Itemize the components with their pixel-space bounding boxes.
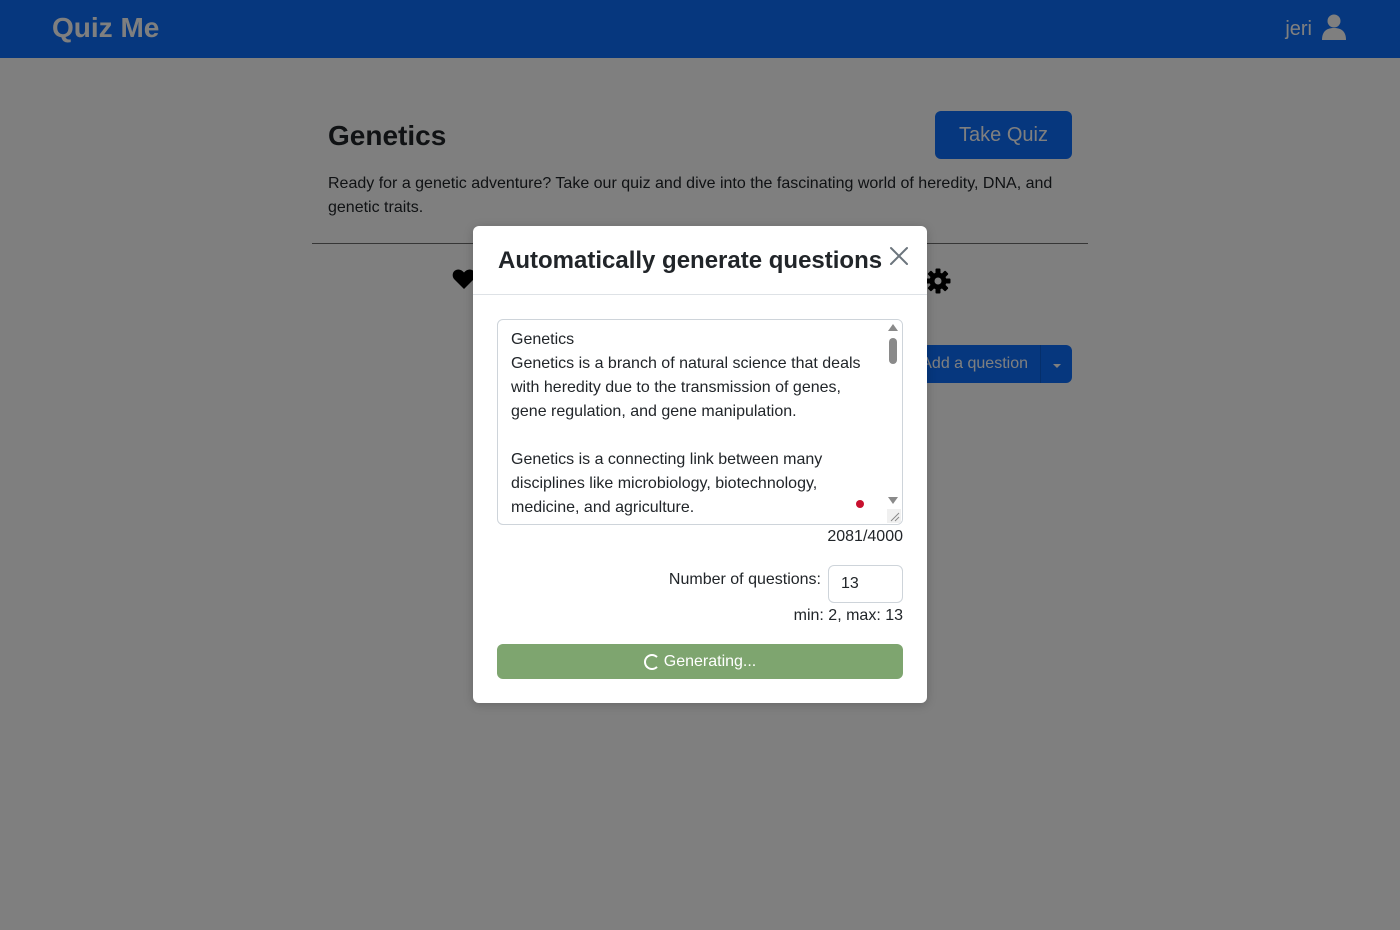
modal-header: Automatically generate questions	[473, 226, 927, 295]
generate-button-label: Generating...	[663, 652, 757, 670]
range-hint: min: 2, max: 13	[793, 607, 903, 624]
scroll-thumb[interactable]	[889, 338, 897, 364]
num-questions-input[interactable]	[828, 565, 903, 603]
character-counter: 2081/4000	[827, 528, 903, 545]
modal-title: Automatically generate questions	[498, 247, 883, 274]
close-icon	[887, 247, 911, 271]
generate-questions-modal: Automatically generate questions Genetic…	[473, 226, 927, 703]
spellcheck-indicator	[856, 500, 864, 508]
spinner-icon	[643, 653, 660, 670]
close-button[interactable]	[887, 244, 911, 268]
source-text-input[interactable]: Genetics Genetics is a branch of natural…	[497, 319, 903, 525]
scroll-down-arrow-icon[interactable]	[888, 497, 898, 504]
source-text-content[interactable]: Genetics Genetics is a branch of natural…	[511, 328, 871, 520]
textarea-scrollbar[interactable]	[885, 320, 902, 524]
resize-handle-icon[interactable]	[887, 509, 901, 523]
scroll-up-arrow-icon[interactable]	[888, 324, 898, 331]
num-questions-label: Number of questions:	[668, 571, 821, 588]
generate-button[interactable]: Generating...	[497, 644, 903, 679]
